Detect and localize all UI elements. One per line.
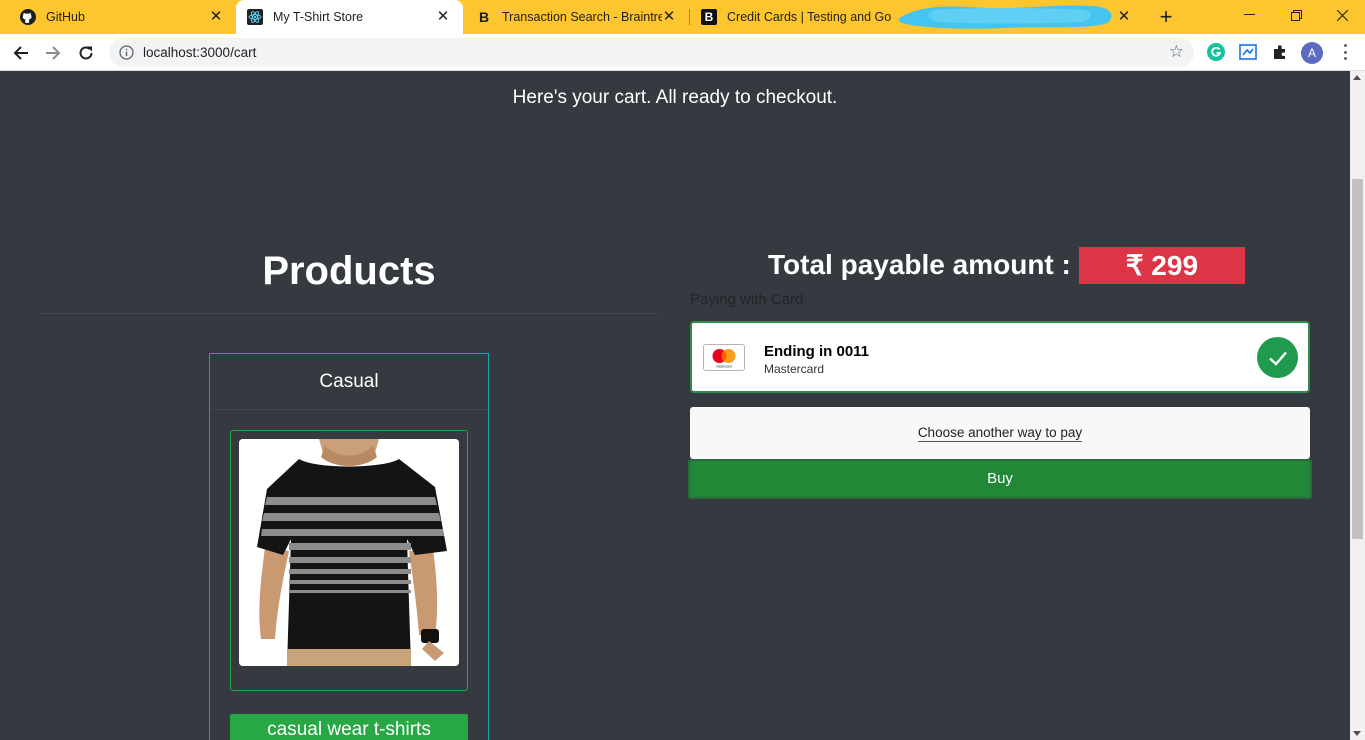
product-image-frame: [230, 430, 468, 691]
products-divider: [40, 313, 658, 314]
new-tab-button[interactable]: +: [1156, 6, 1176, 28]
close-icon[interactable]: ✕: [1116, 9, 1132, 25]
address-bar[interactable]: localhost:3000/cart ☆: [109, 38, 1194, 67]
close-icon[interactable]: ✕: [208, 9, 224, 25]
choose-another-way-button[interactable]: Choose another way to pay: [690, 407, 1310, 459]
product-name-button[interactable]: casual wear t-shirts: [230, 714, 468, 740]
forward-button[interactable]: [40, 40, 66, 66]
info-icon: [119, 45, 134, 60]
saved-card-option[interactable]: mastercard Ending in 0011 Mastercard: [690, 321, 1310, 393]
tab-title: Transaction Search - Braintree: [502, 10, 662, 24]
arrow-left-icon: [13, 46, 28, 60]
product-card-header: Casual: [210, 354, 488, 410]
page-viewport: Here's your cart. All ready to checkout.…: [0, 71, 1350, 740]
mastercard-logo-icon: mastercard: [703, 344, 745, 371]
extensions-puzzle-icon[interactable]: [1270, 42, 1290, 62]
page-tagline: Here's your cart. All ready to checkout.: [512, 87, 838, 108]
tshirt-photo: [239, 439, 459, 666]
products-heading: Products: [262, 249, 436, 293]
card-ending-text: Ending in 0011: [764, 343, 870, 360]
close-window-button[interactable]: [1319, 0, 1365, 30]
bookmark-star-icon[interactable]: ☆: [1169, 43, 1184, 61]
tab-transaction-search[interactable]: B Transaction Search - Braintree ✕: [463, 0, 689, 34]
close-icon[interactable]: ✕: [435, 9, 451, 25]
tab-my-tshirt-store[interactable]: My T-Shirt Store ✕: [236, 0, 463, 34]
scroll-up-icon[interactable]: [1353, 75, 1361, 80]
buy-button[interactable]: Buy: [688, 459, 1312, 499]
product-card: Casual casual wear t-shirts: [209, 353, 489, 740]
close-icon[interactable]: ✕: [661, 9, 677, 25]
minimize-button[interactable]: [1226, 0, 1272, 30]
reload-icon: [79, 46, 93, 60]
card-brand-text: Mastercard: [764, 362, 825, 376]
mastercard-logo-text: mastercard: [716, 365, 732, 369]
reload-button[interactable]: [73, 40, 99, 66]
react-icon: [247, 9, 263, 25]
braintree-bold-b-icon: B: [701, 9, 717, 25]
product-image: [239, 439, 459, 666]
profile-avatar[interactable]: A: [1301, 42, 1323, 64]
paying-with-label: Paying with Card: [690, 291, 804, 308]
choose-another-way-label: Choose another way to pay: [917, 425, 1083, 442]
scrollbar-thumb[interactable]: [1352, 179, 1363, 539]
redaction-scribble: [898, 5, 1112, 29]
chrome-menu-icon[interactable]: [1337, 42, 1353, 62]
total-amount-badge: ₹ 299: [1078, 246, 1245, 284]
browser-tab-bar: GitHub ✕ My T-Shirt Store ✕ B Transactio…: [0, 0, 1365, 34]
grammarly-icon[interactable]: [1206, 42, 1226, 62]
arrow-right-icon: [46, 46, 61, 60]
restore-button[interactable]: [1273, 0, 1319, 30]
tab-github[interactable]: GitHub ✕: [8, 0, 236, 34]
tab-title: GitHub: [46, 10, 85, 24]
page-scrollbar[interactable]: [1350, 71, 1365, 740]
scroll-down-icon[interactable]: [1353, 731, 1361, 736]
total-payable: Total payable amount : ₹ 299: [768, 246, 1245, 284]
github-icon: [20, 9, 36, 25]
url-text: localhost:3000/cart: [143, 45, 257, 60]
braintree-b-icon: B: [478, 9, 490, 25]
browser-toolbar: localhost:3000/cart ☆ A: [0, 34, 1365, 71]
checkmark-icon: [1257, 337, 1298, 378]
total-label: Total payable amount :: [768, 249, 1071, 280]
tab-title: Credit Cards | Testing and Go Li: [727, 10, 892, 24]
screenshot-extension-icon[interactable]: [1238, 42, 1258, 62]
tab-title: My T-Shirt Store: [273, 10, 364, 24]
back-button[interactable]: [8, 40, 34, 66]
